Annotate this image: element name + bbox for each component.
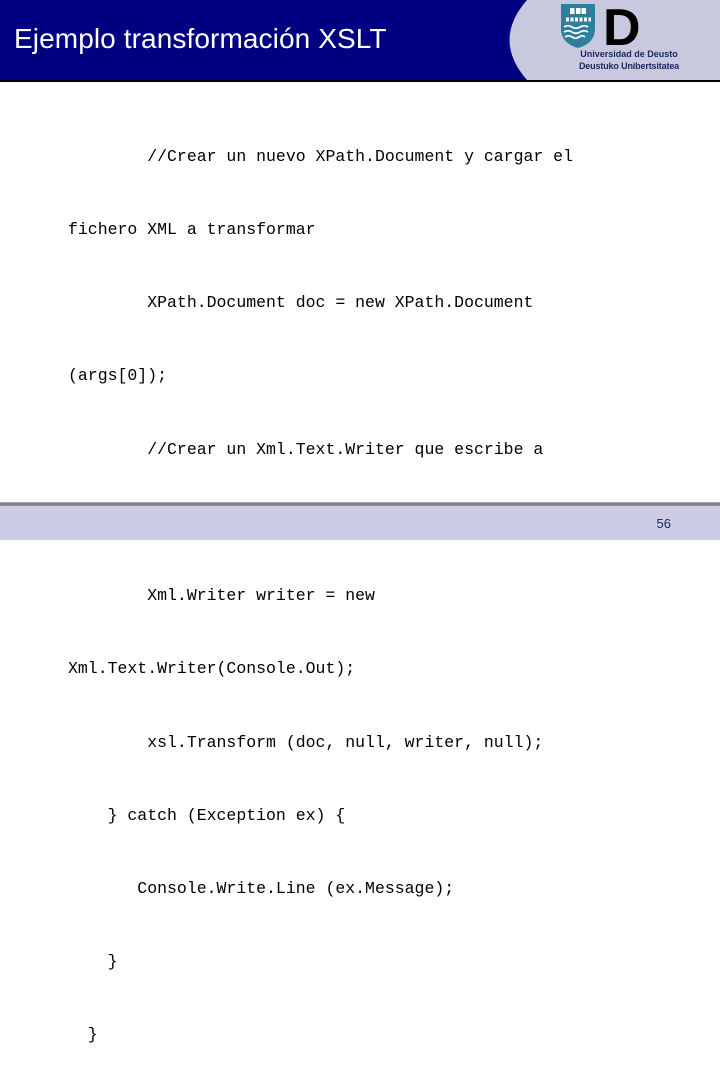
- code-line: Xml.Writer writer = new: [68, 586, 375, 606]
- code-line: fichero XML a transformar: [68, 220, 316, 240]
- page-title: Ejemplo transformación XSLT: [14, 23, 387, 54]
- code-line: //Crear un nuevo XPath.Document y cargar…: [68, 146, 573, 166]
- code-line: Console.Write.Line (ex.Message);: [68, 879, 455, 898]
- code-block: //Crear un nuevo XPath.Document y cargar…: [0, 96, 720, 1080]
- code-line: XPath.Document doc = new XPath.Document: [68, 293, 534, 313]
- university-logo: D Universidad de Deusto Deustuko Unibert…: [555, 2, 707, 78]
- slide-header: Ejemplo transformación XSLT D Universida…: [0, 0, 720, 80]
- code-line: }: [68, 952, 118, 972]
- logo-wordmark: Universidad de Deusto Deustuko Unibertsi…: [555, 49, 703, 72]
- page-number: 56: [656, 516, 671, 531]
- code-line: (args[0]);: [68, 366, 168, 386]
- code-line: }: [68, 1025, 98, 1045]
- slide: Ejemplo transformación XSLT D Universida…: [0, 0, 720, 1044]
- deusto-shield-icon: [561, 4, 595, 48]
- header-divider: [0, 80, 720, 82]
- logo-name-spanish: Universidad de Deusto: [580, 49, 678, 59]
- logo-name-basque: Deustuko Unibertsitatea: [578, 60, 680, 71]
- code-line: } catch (Exception ex) {: [68, 805, 346, 825]
- code-line: xsl.Transform (doc, null, writer, null);: [68, 732, 544, 752]
- logo-letter: D: [603, 2, 641, 50]
- code-line: Xml.Text.Writer(Console.Out);: [68, 659, 356, 679]
- slide-footer: 56: [0, 506, 720, 540]
- logo-mark: D: [561, 2, 641, 50]
- code-line: //Crear un Xml.Text.Writer que escribe a: [68, 439, 544, 459]
